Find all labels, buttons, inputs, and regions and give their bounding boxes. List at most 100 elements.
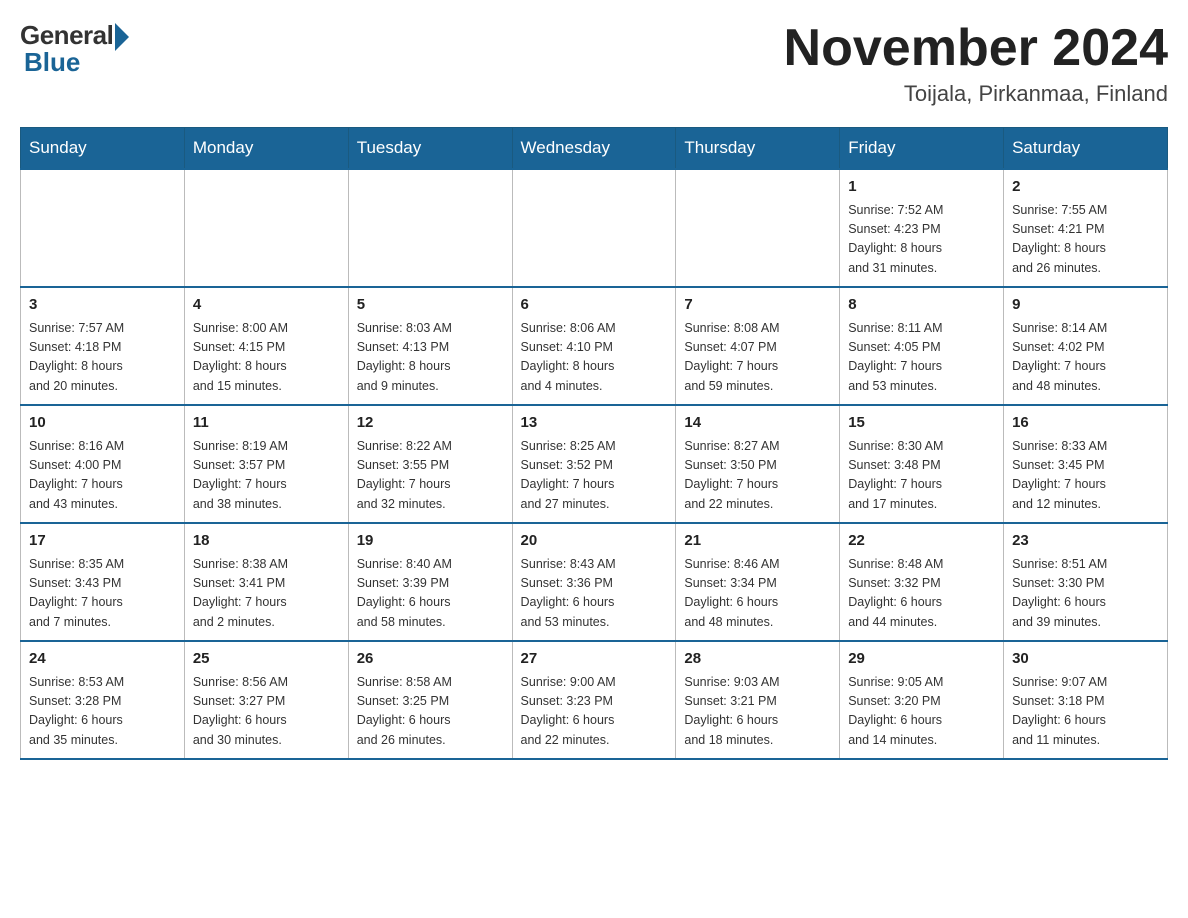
day-info: Sunrise: 8:14 AM Sunset: 4:02 PM Dayligh… — [1012, 319, 1159, 397]
logo-blue-text: Blue — [24, 47, 80, 78]
month-title: November 2024 — [784, 20, 1168, 77]
day-number: 27 — [521, 648, 668, 671]
day-info: Sunrise: 8:11 AM Sunset: 4:05 PM Dayligh… — [848, 319, 995, 397]
week-row-4: 17Sunrise: 8:35 AM Sunset: 3:43 PM Dayli… — [21, 523, 1168, 641]
day-info: Sunrise: 9:00 AM Sunset: 3:23 PM Dayligh… — [521, 673, 668, 751]
day-number: 22 — [848, 530, 995, 553]
calendar-cell: 2Sunrise: 7:55 AM Sunset: 4:21 PM Daylig… — [1004, 169, 1168, 287]
logo-arrow-icon — [115, 23, 129, 51]
day-number: 1 — [848, 176, 995, 199]
day-number: 2 — [1012, 176, 1159, 199]
calendar-cell: 12Sunrise: 8:22 AM Sunset: 3:55 PM Dayli… — [348, 405, 512, 523]
calendar-cell — [21, 169, 185, 287]
day-info: Sunrise: 9:03 AM Sunset: 3:21 PM Dayligh… — [684, 673, 831, 751]
calendar-cell — [676, 169, 840, 287]
calendar-cell — [348, 169, 512, 287]
day-number: 23 — [1012, 530, 1159, 553]
day-info: Sunrise: 8:30 AM Sunset: 3:48 PM Dayligh… — [848, 437, 995, 515]
day-number: 12 — [357, 412, 504, 435]
calendar-cell: 10Sunrise: 8:16 AM Sunset: 4:00 PM Dayli… — [21, 405, 185, 523]
calendar-cell: 6Sunrise: 8:06 AM Sunset: 4:10 PM Daylig… — [512, 287, 676, 405]
day-info: Sunrise: 8:00 AM Sunset: 4:15 PM Dayligh… — [193, 319, 340, 397]
day-info: Sunrise: 8:48 AM Sunset: 3:32 PM Dayligh… — [848, 555, 995, 633]
day-info: Sunrise: 8:25 AM Sunset: 3:52 PM Dayligh… — [521, 437, 668, 515]
day-info: Sunrise: 8:40 AM Sunset: 3:39 PM Dayligh… — [357, 555, 504, 633]
day-info: Sunrise: 8:43 AM Sunset: 3:36 PM Dayligh… — [521, 555, 668, 633]
calendar-cell: 4Sunrise: 8:00 AM Sunset: 4:15 PM Daylig… — [184, 287, 348, 405]
logo: General Blue — [20, 20, 129, 78]
day-number: 29 — [848, 648, 995, 671]
calendar-cell: 11Sunrise: 8:19 AM Sunset: 3:57 PM Dayli… — [184, 405, 348, 523]
day-number: 16 — [1012, 412, 1159, 435]
day-info: Sunrise: 8:58 AM Sunset: 3:25 PM Dayligh… — [357, 673, 504, 751]
calendar-cell: 3Sunrise: 7:57 AM Sunset: 4:18 PM Daylig… — [21, 287, 185, 405]
day-info: Sunrise: 8:27 AM Sunset: 3:50 PM Dayligh… — [684, 437, 831, 515]
day-number: 9 — [1012, 294, 1159, 317]
weekday-header-saturday: Saturday — [1004, 128, 1168, 170]
day-info: Sunrise: 8:51 AM Sunset: 3:30 PM Dayligh… — [1012, 555, 1159, 633]
day-number: 11 — [193, 412, 340, 435]
calendar-cell: 29Sunrise: 9:05 AM Sunset: 3:20 PM Dayli… — [840, 641, 1004, 759]
day-info: Sunrise: 8:06 AM Sunset: 4:10 PM Dayligh… — [521, 319, 668, 397]
day-number: 8 — [848, 294, 995, 317]
week-row-1: 1Sunrise: 7:52 AM Sunset: 4:23 PM Daylig… — [21, 169, 1168, 287]
day-number: 15 — [848, 412, 995, 435]
location-text: Toijala, Pirkanmaa, Finland — [784, 81, 1168, 107]
calendar-cell: 26Sunrise: 8:58 AM Sunset: 3:25 PM Dayli… — [348, 641, 512, 759]
calendar-cell — [184, 169, 348, 287]
calendar-cell: 24Sunrise: 8:53 AM Sunset: 3:28 PM Dayli… — [21, 641, 185, 759]
day-info: Sunrise: 8:19 AM Sunset: 3:57 PM Dayligh… — [193, 437, 340, 515]
calendar-cell — [512, 169, 676, 287]
day-number: 3 — [29, 294, 176, 317]
calendar-cell: 5Sunrise: 8:03 AM Sunset: 4:13 PM Daylig… — [348, 287, 512, 405]
calendar-cell: 23Sunrise: 8:51 AM Sunset: 3:30 PM Dayli… — [1004, 523, 1168, 641]
calendar-cell: 25Sunrise: 8:56 AM Sunset: 3:27 PM Dayli… — [184, 641, 348, 759]
calendar-cell: 19Sunrise: 8:40 AM Sunset: 3:39 PM Dayli… — [348, 523, 512, 641]
day-number: 5 — [357, 294, 504, 317]
calendar-cell: 21Sunrise: 8:46 AM Sunset: 3:34 PM Dayli… — [676, 523, 840, 641]
day-number: 28 — [684, 648, 831, 671]
weekday-header-friday: Friday — [840, 128, 1004, 170]
day-info: Sunrise: 7:57 AM Sunset: 4:18 PM Dayligh… — [29, 319, 176, 397]
calendar-cell: 22Sunrise: 8:48 AM Sunset: 3:32 PM Dayli… — [840, 523, 1004, 641]
weekday-header-row: SundayMondayTuesdayWednesdayThursdayFrid… — [21, 128, 1168, 170]
day-info: Sunrise: 8:56 AM Sunset: 3:27 PM Dayligh… — [193, 673, 340, 751]
day-number: 14 — [684, 412, 831, 435]
day-info: Sunrise: 8:38 AM Sunset: 3:41 PM Dayligh… — [193, 555, 340, 633]
day-info: Sunrise: 8:33 AM Sunset: 3:45 PM Dayligh… — [1012, 437, 1159, 515]
day-number: 4 — [193, 294, 340, 317]
day-info: Sunrise: 8:08 AM Sunset: 4:07 PM Dayligh… — [684, 319, 831, 397]
day-number: 25 — [193, 648, 340, 671]
title-area: November 2024 Toijala, Pirkanmaa, Finlan… — [784, 20, 1168, 107]
day-info: Sunrise: 9:07 AM Sunset: 3:18 PM Dayligh… — [1012, 673, 1159, 751]
calendar-cell: 13Sunrise: 8:25 AM Sunset: 3:52 PM Dayli… — [512, 405, 676, 523]
day-number: 10 — [29, 412, 176, 435]
calendar-table: SundayMondayTuesdayWednesdayThursdayFrid… — [20, 127, 1168, 760]
weekday-header-wednesday: Wednesday — [512, 128, 676, 170]
day-number: 6 — [521, 294, 668, 317]
calendar-cell: 16Sunrise: 8:33 AM Sunset: 3:45 PM Dayli… — [1004, 405, 1168, 523]
day-number: 30 — [1012, 648, 1159, 671]
weekday-header-monday: Monday — [184, 128, 348, 170]
day-number: 19 — [357, 530, 504, 553]
day-number: 18 — [193, 530, 340, 553]
calendar-cell: 8Sunrise: 8:11 AM Sunset: 4:05 PM Daylig… — [840, 287, 1004, 405]
day-info: Sunrise: 8:46 AM Sunset: 3:34 PM Dayligh… — [684, 555, 831, 633]
calendar-cell: 20Sunrise: 8:43 AM Sunset: 3:36 PM Dayli… — [512, 523, 676, 641]
page-header: General Blue November 2024 Toijala, Pirk… — [20, 20, 1168, 107]
day-number: 7 — [684, 294, 831, 317]
week-row-2: 3Sunrise: 7:57 AM Sunset: 4:18 PM Daylig… — [21, 287, 1168, 405]
day-number: 21 — [684, 530, 831, 553]
week-row-5: 24Sunrise: 8:53 AM Sunset: 3:28 PM Dayli… — [21, 641, 1168, 759]
day-info: Sunrise: 8:35 AM Sunset: 3:43 PM Dayligh… — [29, 555, 176, 633]
day-info: Sunrise: 8:16 AM Sunset: 4:00 PM Dayligh… — [29, 437, 176, 515]
calendar-cell: 1Sunrise: 7:52 AM Sunset: 4:23 PM Daylig… — [840, 169, 1004, 287]
day-info: Sunrise: 9:05 AM Sunset: 3:20 PM Dayligh… — [848, 673, 995, 751]
day-number: 26 — [357, 648, 504, 671]
calendar-cell: 18Sunrise: 8:38 AM Sunset: 3:41 PM Dayli… — [184, 523, 348, 641]
day-info: Sunrise: 8:53 AM Sunset: 3:28 PM Dayligh… — [29, 673, 176, 751]
day-number: 17 — [29, 530, 176, 553]
day-number: 20 — [521, 530, 668, 553]
day-info: Sunrise: 8:22 AM Sunset: 3:55 PM Dayligh… — [357, 437, 504, 515]
weekday-header-tuesday: Tuesday — [348, 128, 512, 170]
